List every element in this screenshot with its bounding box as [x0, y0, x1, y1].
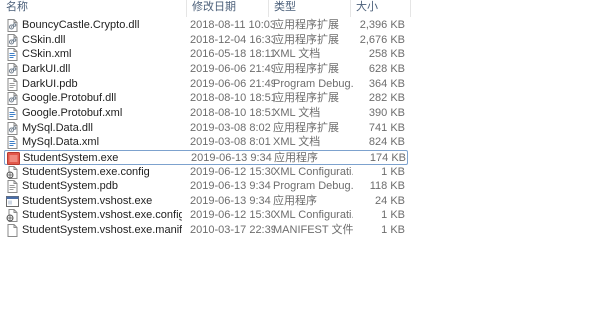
- file-row[interactable]: StudentSystem.exe.config 2019-06-12 15:30…: [4, 165, 408, 180]
- file-row[interactable]: MySql.Data.dll 2019-03-08 8:02 应用程序扩展 741 K…: [4, 121, 408, 136]
- column-divider[interactable]: [410, 0, 411, 17]
- dll-icon: [6, 19, 19, 32]
- file-type: XML 文档: [273, 136, 321, 149]
- file-size: 282 KB: [368, 92, 405, 105]
- file-modified-date: 2018-12-04 16:33: [190, 33, 274, 46]
- file-type: 应用程序扩展: [273, 92, 339, 105]
- file-name: CSkin.xml: [22, 48, 72, 61]
- column-header-bar: 名称 修改日期 类型 大小: [0, 0, 600, 17]
- file-row[interactable]: StudentSystem.vshost.exe.config 2019-06-1…: [4, 208, 408, 223]
- file-type: XML Configurati...: [273, 165, 353, 178]
- file-modified-date: 2019-06-12 15:30: [190, 209, 274, 222]
- file-modified-date: 2019-06-12 15:30: [190, 165, 274, 178]
- file-size: 741 KB: [368, 121, 405, 134]
- file-type: MANIFEST 文件: [273, 224, 353, 237]
- file-modified-date: 2019-06-06 21:49: [190, 62, 274, 75]
- dll-icon: [6, 92, 19, 106]
- file-name: CSkin.dll: [22, 33, 66, 46]
- file-modified-date: 2018-08-10 18:51: [190, 92, 274, 105]
- file-name: StudentSystem.exe.config: [22, 165, 150, 178]
- xml-icon: [6, 136, 19, 150]
- file-type: XML 文档: [273, 48, 321, 61]
- file-modified-date: 2016-05-18 18:11: [190, 48, 274, 61]
- file-row[interactable]: Google.Protobuf.dll 2018-08-10 18:51 应用程序扩…: [4, 91, 408, 106]
- pdb-icon: [6, 77, 19, 91]
- file-modified-date: 2019-03-08 8:01: [190, 136, 271, 149]
- file-modified-date: 2018-08-11 10:03: [190, 19, 274, 31]
- file-type: XML 文档: [273, 106, 321, 119]
- file-type: Program Debug...: [273, 77, 353, 90]
- file-type: 应用程序扩展: [273, 33, 339, 46]
- file-name: StudentSystem.vshost.exe.config: [22, 209, 182, 222]
- file-type: 应用程序扩展: [273, 19, 339, 31]
- file-row[interactable]: StudentSystem.vshost.exe 2019-06-13 9:34 应…: [4, 194, 408, 209]
- file-size: 364 KB: [368, 77, 405, 90]
- file-size: 24 KB: [375, 194, 405, 207]
- file-row[interactable]: DarkUI.pdb 2019-06-06 21:49 Program Debug.…: [4, 77, 408, 92]
- file-modified-date: 2010-03-17 22:39: [190, 224, 274, 237]
- file-row[interactable]: CSkin.xml 2016-05-18 18:11 XML 文档 258 KB: [4, 47, 408, 62]
- file-modified-date: 2019-06-13 9:34: [190, 194, 271, 207]
- file-name: StudentSystem.vshost.exe.manifest: [22, 224, 182, 237]
- file-type: Program Debug...: [273, 180, 353, 193]
- file-row-selected[interactable]: StudentSystem.exe 2019-06-13 9:34 应用程序 174 …: [4, 149, 408, 165]
- file-modified-date: 2019-06-06 21:49: [190, 77, 274, 90]
- exe-window-icon: [6, 195, 19, 208]
- file-row[interactable]: StudentSystem.pdb 2019-06-13 9:34 Program …: [4, 179, 408, 194]
- file-row[interactable]: CSkin.dll 2018-12-04 16:33 应用程序扩展 2,676 KB: [4, 33, 408, 48]
- file-modified-date: 2018-08-10 18:51: [190, 106, 274, 119]
- file-name: MySql.Data.xml: [22, 136, 100, 149]
- file-size: 1 KB: [381, 165, 405, 178]
- file-row[interactable]: StudentSystem.vshost.exe.manifest 2010-03…: [4, 223, 408, 238]
- file-name: Google.Protobuf.xml: [22, 106, 123, 119]
- file-type: 应用程序扩展: [273, 121, 339, 134]
- dll-icon: [6, 62, 19, 76]
- file-row[interactable]: BouncyCastle.Crypto.dll 2018-08-11 10:03 应…: [4, 18, 408, 33]
- file-name: StudentSystem.vshost.exe: [22, 194, 153, 207]
- config-icon: [6, 165, 19, 179]
- file-size: 2,676 KB: [359, 33, 405, 46]
- dll-icon: [6, 33, 19, 47]
- file-modified-date: 2019-06-13 9:34: [190, 180, 271, 193]
- column-header-date[interactable]: 修改日期: [186, 0, 268, 17]
- file-name: DarkUI.pdb: [22, 77, 78, 90]
- file-name: DarkUI.dll: [22, 62, 71, 75]
- file-row[interactable]: Google.Protobuf.xml 2018-08-10 18:51 XML 文…: [4, 106, 408, 121]
- file-size: 628 KB: [368, 62, 405, 75]
- file-size: 390 KB: [368, 106, 405, 119]
- file-size: 258 KB: [368, 48, 405, 61]
- file-size: 2,396 KB: [359, 19, 405, 31]
- file-row[interactable]: DarkUI.dll 2019-06-06 21:49 应用程序扩展 628 KB: [4, 62, 408, 77]
- exe-app-icon: [7, 151, 20, 165]
- file-size: 1 KB: [381, 224, 405, 237]
- file-size: 824 KB: [368, 136, 405, 149]
- file-size: 118 KB: [369, 180, 405, 193]
- column-header-size[interactable]: 大小: [350, 0, 410, 17]
- manifest-icon: [6, 224, 19, 238]
- dll-icon: [6, 121, 19, 135]
- column-header-name[interactable]: 名称: [0, 0, 186, 17]
- pdb-icon: [6, 180, 19, 194]
- file-row[interactable]: MySql.Data.xml 2019-03-08 8:01 XML 文档 824 K…: [4, 135, 408, 150]
- file-type: 应用程序扩展: [273, 62, 339, 75]
- file-name: MySql.Data.dll: [22, 121, 93, 134]
- xml-icon: [6, 106, 19, 120]
- file-name: StudentSystem.pdb: [22, 180, 119, 193]
- file-type: 应用程序: [273, 194, 317, 207]
- file-size: 1 KB: [381, 209, 405, 222]
- file-modified-date: 2019-03-08 8:02: [190, 121, 271, 134]
- file-name: BouncyCastle.Crypto.dll: [22, 19, 140, 31]
- config-icon: [6, 209, 19, 223]
- column-header-type[interactable]: 类型: [268, 0, 350, 17]
- file-type: XML Configurati...: [273, 209, 353, 222]
- xml-icon: [6, 48, 19, 62]
- file-name: Google.Protobuf.dll: [22, 92, 117, 105]
